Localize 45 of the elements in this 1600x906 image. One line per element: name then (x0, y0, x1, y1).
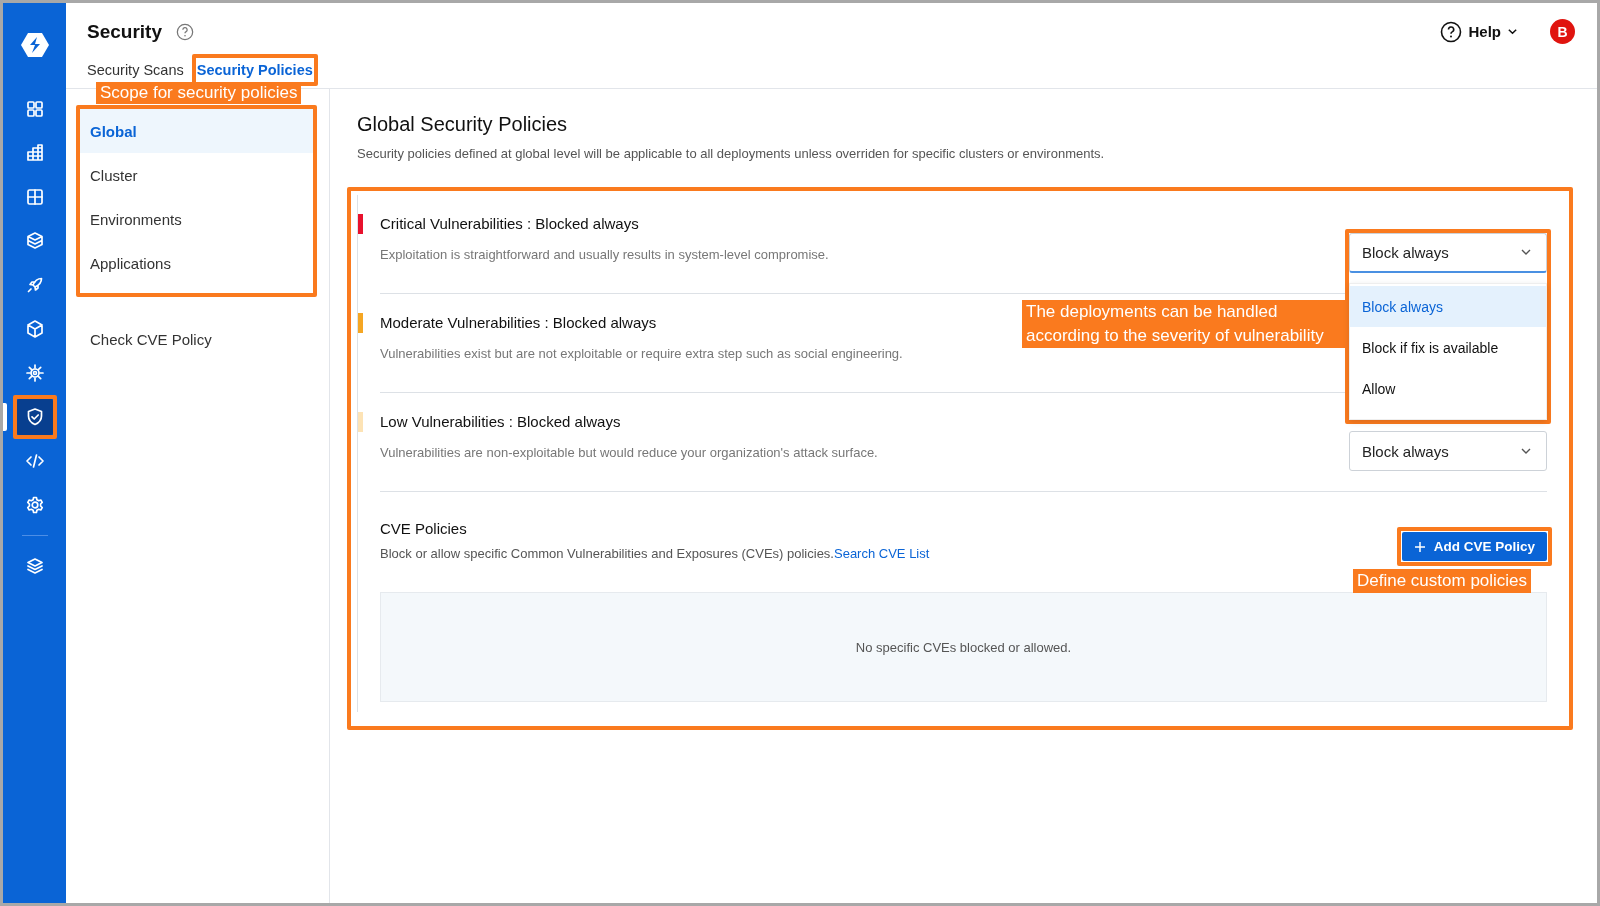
tab[interactable]: Security Policies (196, 58, 313, 83)
annotation-label: The deployments can be handled according to the severity of vulnerability (1022, 300, 1346, 348)
policy-title: Low Vulnerabilities : Blocked always (380, 412, 621, 432)
box-stack-icon (24, 231, 45, 251)
cve-description: Block or allow specific Common Vulnerabilities and Exposures (CVEs) policies.Search CVE List (380, 546, 931, 561)
help-icon[interactable] (176, 22, 194, 41)
scope-item[interactable]: Global (80, 109, 313, 153)
policy-description: Exploitation is straightforward and usually results in system-level compromise. (380, 246, 829, 264)
policy-title: Moderate Vulnerabilities : Blocked always (380, 313, 657, 333)
policy-dropdown[interactable]: Block always (1349, 233, 1547, 273)
menu-option[interactable]: Block if fix is available (1350, 327, 1546, 368)
page-title: Security (87, 20, 162, 43)
check-cve-policy-link[interactable]: Check CVE Policy (80, 317, 313, 361)
settings-icon (24, 495, 45, 515)
search-cve-list-link[interactable]: Search CVE List (834, 546, 930, 561)
plus-icon (1413, 540, 1426, 553)
annotation-label: Scope for security policies (96, 82, 302, 104)
table-icon (24, 187, 45, 207)
app-logo-icon[interactable] (19, 30, 50, 60)
code-icon (24, 451, 45, 471)
section-title: Global Security Policies (357, 113, 569, 136)
help-icon (1440, 20, 1463, 43)
building-icon (24, 143, 45, 163)
user-avatar[interactable]: B (1550, 19, 1575, 45)
layers-icon (24, 556, 45, 576)
active-indicator (3, 403, 7, 431)
menu-option[interactable]: Block always (1350, 286, 1546, 327)
gear-wheel-icon (24, 363, 45, 383)
scope-item[interactable]: Environments (80, 197, 313, 241)
policy-description: Vulnerabilities exist but are not exploitable or require extra step such as social engineering. (380, 345, 903, 363)
grid-icon (24, 99, 45, 119)
menu-option[interactable]: Allow (1350, 368, 1546, 409)
scope-item[interactable]: Applications (80, 241, 313, 285)
scope-item[interactable]: Cluster (80, 153, 313, 197)
section-description: Security policies defined at global level will be applicable to all deployments unless overriden for specific clusters or environments. (357, 146, 1106, 161)
policy-dropdown[interactable]: Block always (1349, 431, 1547, 471)
help-menu-button[interactable]: Help (1440, 20, 1518, 43)
policy-title: Critical Vulnerabilities : Blocked always (380, 214, 639, 234)
cve-title: CVE Policies (380, 519, 467, 539)
policy-description: Vulnerabilities are non-exploitable but would reduce your organization's attack surface. (380, 444, 878, 462)
annotation-label: Define custom policies (1353, 569, 1532, 593)
add-cve-policy-button[interactable]: Add CVE Policy (1401, 532, 1547, 561)
cube-icon (24, 319, 45, 339)
empty-state-text: No specific CVEs blocked or allowed. (855, 639, 1072, 655)
tab[interactable]: Security Scans (87, 58, 184, 83)
